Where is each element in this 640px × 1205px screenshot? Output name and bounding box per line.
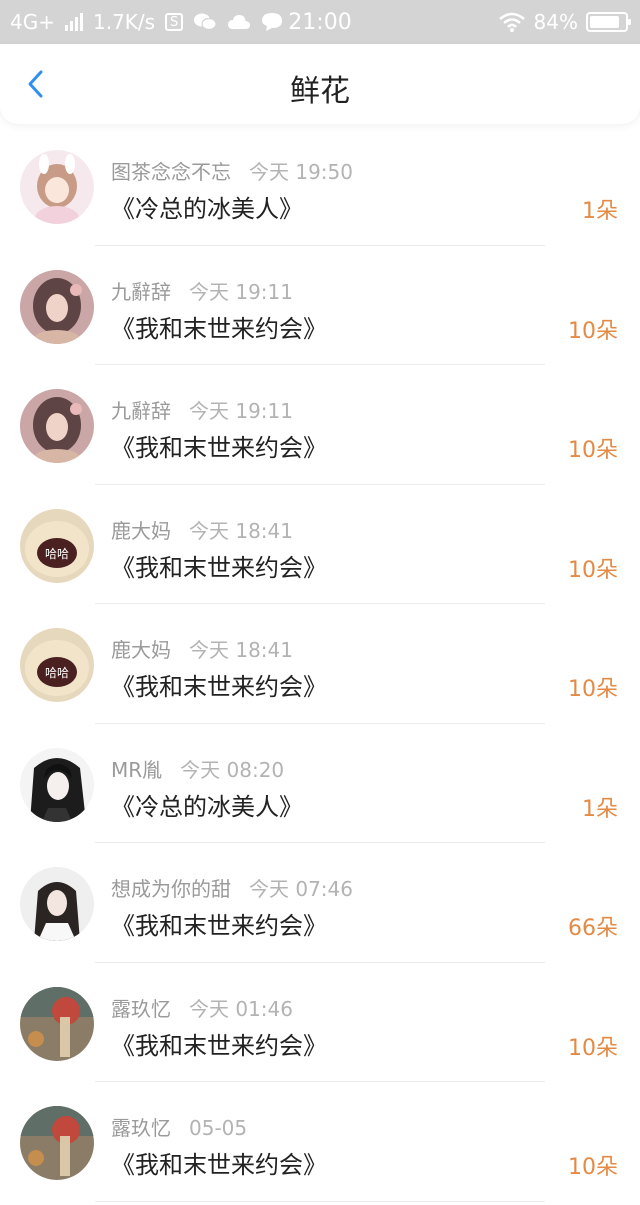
user-name[interactable]: 九辭辞 <box>111 280 171 304</box>
timestamp: 今天 01:46 <box>189 996 293 1021</box>
list-item[interactable]: 露玖忆 今天 01:46 《我和末世来约会》 10朵 <box>0 963 640 1082</box>
flower-count: 10朵 <box>568 438 618 463</box>
avatar-caption: 哈哈 <box>45 666 69 680</box>
book-title[interactable]: 《我和末世来约会》 <box>111 906 327 941</box>
avatar-caption: 哈哈 <box>45 547 69 561</box>
battery-icon <box>586 12 631 32</box>
book-title[interactable]: 《我和末世来约会》 <box>111 548 327 583</box>
avatar[interactable] <box>20 1106 94 1180</box>
book-title[interactable]: 《我和末世来约会》 <box>111 1026 327 1061</box>
book-title[interactable]: 《我和末世来约会》 <box>111 428 327 463</box>
flower-count: 66朵 <box>568 916 618 941</box>
book-title[interactable]: 《冷总的冰美人》 <box>111 787 303 822</box>
list-item[interactable]: 哈哈 鹿大妈 今天 18:41 《我和末世来约会》 10朵 <box>0 604 640 724</box>
book-title[interactable]: 《冷总的冰美人》 <box>111 189 303 224</box>
flower-count: 10朵 <box>568 557 618 583</box>
timestamp: 今天 08:20 <box>180 757 285 782</box>
book-title[interactable]: 《我和末世来约会》 <box>111 667 327 702</box>
battery-fill <box>590 16 619 28</box>
avatar[interactable] <box>20 747 94 822</box>
book-title[interactable]: 《我和末世来约会》 <box>111 1145 327 1180</box>
wifi-icon <box>498 12 525 32</box>
timestamp: 05-05 <box>189 1116 248 1140</box>
status-right: 84% <box>498 10 631 34</box>
list-item[interactable]: 图茶念念不忘 今天 19:50 《冷总的冰美人》 1朵 <box>0 126 640 246</box>
list-item[interactable]: MR胤 今天 08:20 《冷总的冰美人》 1朵 <box>0 724 640 843</box>
flower-count: 10朵 <box>568 677 618 702</box>
user-name[interactable]: 九辭辞 <box>111 399 171 423</box>
flower-count: 1朵 <box>582 796 618 822</box>
user-name[interactable]: 鹿大妈 <box>111 638 171 662</box>
user-name[interactable]: 露玖忆 <box>111 997 171 1021</box>
timestamp: 今天 19:11 <box>189 399 293 423</box>
battery-percent: 84% <box>533 10 578 34</box>
timestamp: 今天 18:41 <box>189 638 293 662</box>
user-name[interactable]: 想成为你的甜 <box>111 877 231 901</box>
status-bar: 4G+ 1.7K/s S 21:00 84% <box>0 0 640 44</box>
avatar[interactable] <box>20 867 94 941</box>
flower-count: 1朵 <box>582 199 618 224</box>
list-item[interactable]: 九辭辞 今天 19:11 《我和末世来约会》 10朵 <box>0 246 640 365</box>
divider <box>95 1200 545 1202</box>
timestamp: 今天 18:41 <box>189 518 293 543</box>
page-title: 鲜花 <box>290 74 350 109</box>
flower-count: 10朵 <box>568 1155 618 1180</box>
user-name[interactable]: 露玖忆 <box>111 1116 171 1140</box>
list-item[interactable]: 想成为你的甜 今天 07:46 《我和末世来约会》 66朵 <box>0 843 640 963</box>
user-name[interactable]: MR胤 <box>111 758 162 782</box>
list-item[interactable]: 哈哈 鹿大妈 今天 18:41 《我和末世来约会》 10朵 <box>0 485 640 604</box>
user-name[interactable]: 图茶念念不忘 <box>111 160 231 184</box>
avatar[interactable] <box>20 150 94 224</box>
list-item[interactable]: 九辭辞 今天 19:11 《我和末世来约会》 10朵 <box>0 365 640 485</box>
list-item[interactable]: 露玖忆 05-05 《我和末世来约会》 10朵 <box>0 1082 640 1202</box>
avatar[interactable] <box>20 986 94 1061</box>
avatar[interactable] <box>20 389 94 463</box>
avatar[interactable] <box>20 269 94 344</box>
nav-header: 鲜花 <box>0 44 640 124</box>
flower-count: 10朵 <box>568 1035 618 1061</box>
timestamp: 今天 19:50 <box>249 160 353 184</box>
timestamp: 今天 19:11 <box>189 279 293 304</box>
book-title[interactable]: 《我和末世来约会》 <box>111 309 327 344</box>
timestamp: 今天 07:46 <box>249 877 353 901</box>
avatar[interactable]: 哈哈 <box>20 508 94 583</box>
user-name[interactable]: 鹿大妈 <box>111 519 171 543</box>
flower-list: 图茶念念不忘 今天 19:50 《冷总的冰美人》 1朵 九辭辞 今天 19:11 《… <box>0 126 640 1202</box>
flower-count: 10朵 <box>568 318 618 344</box>
avatar[interactable]: 哈哈 <box>20 628 94 702</box>
